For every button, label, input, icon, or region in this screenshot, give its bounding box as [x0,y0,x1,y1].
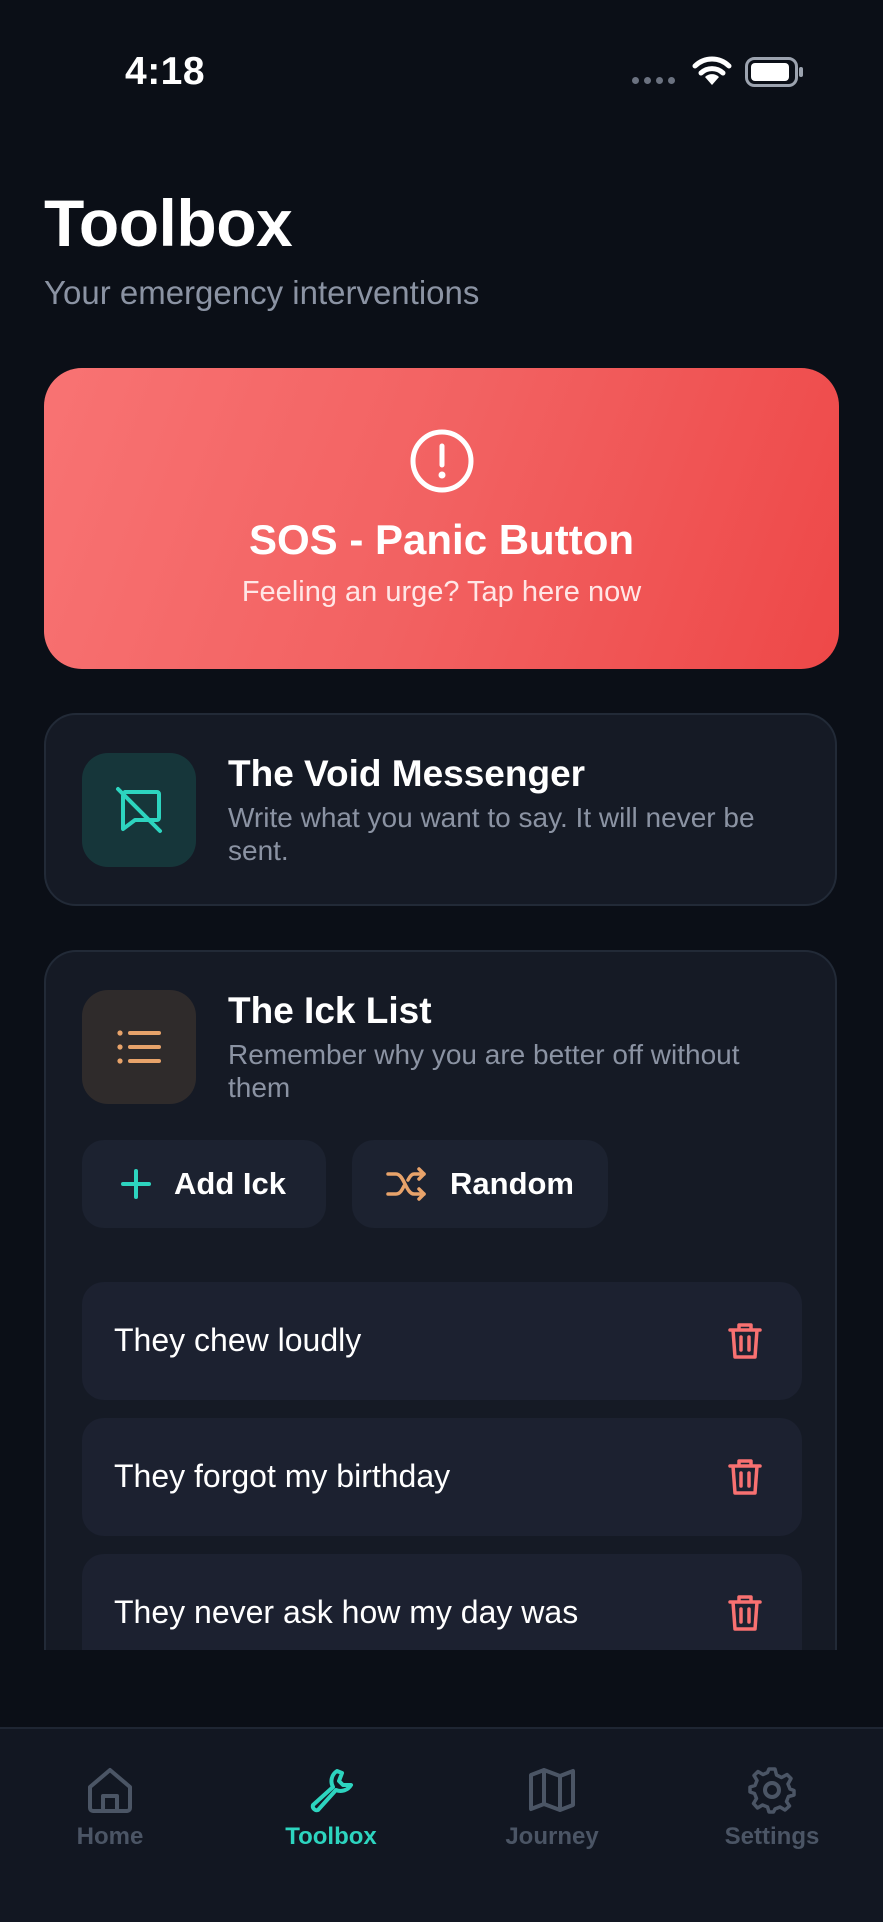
random-ick-button[interactable]: Random [352,1140,608,1228]
void-messenger-icon-tile [82,753,196,867]
battery-icon [745,57,803,87]
home-icon [88,1768,132,1813]
ick-list-card: The Ick List Remember why you are better… [44,950,837,1650]
ick-item-text: They forgot my birthday [114,1458,451,1494]
ick-list-item: They never ask how my day was [82,1554,802,1650]
tab-home[interactable]: Home [30,1765,190,1851]
ick-list-title: The Ick List [228,990,432,1031]
page-subtitle: Your emergency interventions [44,274,480,311]
wifi-icon [692,56,732,85]
alert-circle-icon [410,429,473,493]
ick-item-text: They never ask how my day was [114,1594,579,1630]
void-messenger-card[interactable]: The Void Messenger Write what you want t… [44,713,837,906]
sos-panic-button[interactable]: SOS - Panic Button Feeling an urge? Tap … [44,368,839,669]
plus-icon [121,1169,151,1199]
page-title: Toolbox [44,186,293,260]
message-off-icon [116,787,162,833]
tab-settings[interactable]: Settings [692,1765,852,1851]
status-time: 4:18 [125,50,206,93]
ick-item-text: They chew loudly [114,1322,362,1358]
tab-toolbox[interactable]: Toolbox [251,1765,411,1851]
sos-title: SOS - Panic Button [248,516,634,563]
random-ick-label: Random [450,1166,574,1201]
list-icon [117,1030,161,1064]
tab-settings-label: Settings [724,1823,820,1850]
gear-icon [748,1767,796,1814]
signal-icon [632,77,675,84]
shuffle-icon [386,1167,426,1201]
tab-home-label: Home [76,1823,144,1850]
map-icon [529,1768,575,1812]
ick-list-item: They forgot my birthday [82,1418,802,1536]
status-bar: 4:18 [0,0,883,140]
trash-icon[interactable] [728,1322,762,1360]
trash-icon[interactable] [728,1594,762,1632]
wrench-icon [310,1769,353,1813]
ick-list-viewport: The Ick List Remember why you are better… [44,950,839,1652]
ick-list-description: Remember why you are better off without … [228,1039,740,1103]
tab-journey-label: Journey [505,1823,599,1850]
ick-list-icon-tile [82,990,196,1104]
void-messenger-title: The Void Messenger [228,753,586,794]
sos-subtitle: Feeling an urge? Tap here now [241,576,642,608]
add-ick-label: Add Ick [174,1166,286,1201]
add-ick-button[interactable]: Add Ick [82,1140,326,1228]
void-messenger-description: Write what you want to say. It will neve… [228,802,755,866]
ick-list-item: They chew loudly [82,1282,802,1400]
bottom-tab-bar: Home Toolbox Journey Settings [0,1727,883,1922]
trash-icon[interactable] [728,1458,762,1496]
tab-toolbox-label: Toolbox [285,1823,377,1850]
tab-journey[interactable]: Journey [472,1765,632,1851]
